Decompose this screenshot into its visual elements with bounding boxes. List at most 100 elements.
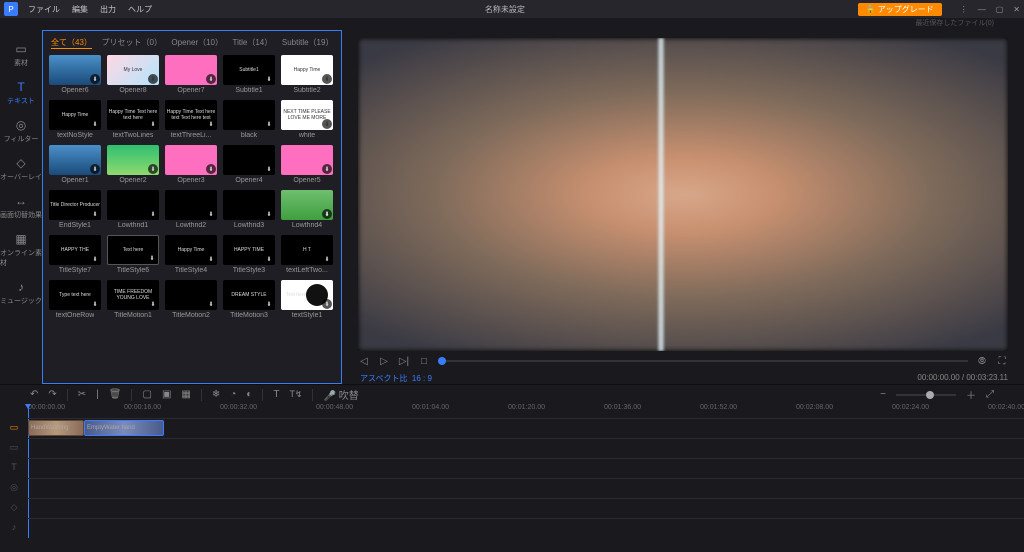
crop-button[interactable]: ▢ — [142, 389, 151, 400]
aspect-info[interactable]: アスペクト比 16 : 9 00:00:00.00 / 00:03:23.11 — [358, 371, 1008, 384]
thumb-TitleMotion2[interactable]: ⬇TitleMotion2 — [165, 280, 217, 319]
nav-item-0[interactable]: ▭素材 — [0, 36, 42, 74]
track-header-1[interactable]: ▭ — [0, 438, 28, 456]
play-button[interactable]: ▷ — [378, 355, 390, 367]
overlay-track[interactable] — [28, 498, 1024, 516]
progress-handle[interactable] — [438, 357, 446, 365]
thumb-white[interactable]: NEXT TIME PLEASE LOVE ME MORE⬇white — [281, 100, 333, 139]
library-tab-0[interactable]: 全て（43） — [51, 37, 92, 49]
text-fx-button[interactable]: T↯ — [289, 389, 302, 400]
clip-2[interactable]: EmptyWater hand — [84, 420, 164, 436]
video-track[interactable]: HandWashing EmptyWater hand — [28, 418, 1024, 436]
zoom-slider[interactable] — [896, 394, 956, 396]
text-tool-button[interactable]: T — [273, 389, 279, 400]
thumb-Opener8[interactable]: My Love⬇Opener8 — [107, 55, 159, 94]
snapshot-button[interactable]: ⦾ — [976, 355, 988, 367]
thumb-Lowthrid3[interactable]: ⬇Lowthrid3 — [223, 190, 275, 229]
time-ruler[interactable]: 00:00:00.0000:00:16.0000:00:32.0000:00:4… — [28, 404, 1024, 418]
delete-button[interactable]: 🗑 — [109, 389, 122, 400]
nav-item-2[interactable]: ◎フィルター — [0, 112, 42, 150]
thumb-TitleStyle6[interactable]: Text here⬇TitleStyle6 — [107, 235, 159, 274]
thumb-Opener2[interactable]: ⬇Opener2 — [107, 145, 159, 184]
maximize-icon[interactable]: ▢ — [996, 5, 1004, 14]
thumb-EndStyle1[interactable]: Title Director Producer⬇EndStyle1 — [49, 190, 101, 229]
thumb-textLeftTwo...[interactable]: H T⬇textLeftTwo... — [281, 235, 333, 274]
menu-output[interactable]: 出力 — [100, 4, 116, 15]
color-button[interactable]: ◐ — [246, 389, 252, 400]
library-tab-3[interactable]: Title（14） — [233, 37, 272, 49]
prev-frame-button[interactable]: ◁ — [358, 355, 370, 367]
audio-track[interactable] — [28, 518, 1024, 536]
thumb-TitleMotion1[interactable]: TIME FREEDOM YOUNG LOVE⬇TitleMotion1 — [107, 280, 159, 319]
thumb-Subtitle1[interactable]: Subtitle1⬇Subtitle1 — [223, 55, 275, 94]
menu-edit[interactable]: 編集 — [72, 4, 88, 15]
thumb-textThreeLi...[interactable]: Happy Time Text here text Text here text… — [165, 100, 217, 139]
thumb-TitleStyle3[interactable]: HAPPY TIME⬇TitleStyle3 — [223, 235, 275, 274]
track-header-0[interactable]: ▭ — [0, 418, 28, 436]
track-header-5[interactable]: ♪ — [0, 518, 28, 536]
thumb-Lowthrid1[interactable]: ⬇Lowthrid1 — [107, 190, 159, 229]
progress-bar[interactable] — [438, 360, 968, 362]
recent-files-label[interactable]: 最近保存したファイル(0) — [0, 18, 1024, 30]
zoom-knob[interactable] — [926, 391, 934, 399]
zoom-fit-button[interactable]: ⤢ — [986, 389, 994, 400]
redo-button[interactable]: ↷ — [48, 389, 56, 400]
mosaic-button[interactable]: ▦ — [181, 389, 190, 400]
stop-button[interactable]: □ — [418, 355, 430, 367]
clip-1[interactable]: HandWashing — [28, 420, 84, 436]
nav-item-1[interactable]: Tテキスト — [0, 74, 42, 112]
minimize-icon[interactable]: — — [978, 5, 986, 14]
menu-file[interactable]: ファイル — [28, 4, 60, 15]
nav-item-6[interactable]: ♪ミュージック — [0, 274, 42, 312]
pip-track[interactable] — [28, 438, 1024, 456]
thumb-textStyle1[interactable]: Text here⬇textStyle1 — [281, 280, 333, 319]
thumb-Opener1[interactable]: ⬇Opener1 — [49, 145, 101, 184]
preview-canvas[interactable] — [358, 38, 1008, 351]
next-frame-button[interactable]: ▷| — [398, 355, 410, 367]
thumb-TitleStyle7[interactable]: HAPPY THE⬇TitleStyle7 — [49, 235, 101, 274]
thumb-TitleMotion3[interactable]: DREAM STYLE⬇TitleMotion3 — [223, 280, 275, 319]
thumb-Opener4[interactable]: ⬇Opener4 — [223, 145, 275, 184]
thumb-textNoStyle[interactable]: Happy Time⬇textNoStyle — [49, 100, 101, 139]
track-header-4[interactable]: ◇ — [0, 498, 28, 516]
undo-button[interactable]: ↶ — [30, 389, 38, 400]
filter-track[interactable] — [28, 478, 1024, 496]
fullscreen-button[interactable]: ⛶ — [996, 355, 1008, 367]
freeze-button[interactable]: ❄ — [212, 389, 220, 400]
text-track[interactable] — [28, 458, 1024, 476]
close-icon[interactable]: ✕ — [1013, 5, 1020, 14]
nav-item-5[interactable]: ▦オンライン素材 — [0, 226, 42, 274]
library-tab-2[interactable]: Opener（10） — [171, 37, 222, 49]
thumb-Opener3[interactable]: ⬇Opener3 — [165, 145, 217, 184]
thumb-Opener7[interactable]: ⬇Opener7 — [165, 55, 217, 94]
nav-item-4[interactable]: ↔画面切替効果 — [0, 188, 42, 226]
thumb-textOneRow[interactable]: Type text here⬇textOneRow — [49, 280, 101, 319]
cut-button[interactable]: ✂ — [78, 389, 86, 400]
split-button[interactable]: | — [96, 389, 99, 400]
thumb-textTwoLines[interactable]: Happy Time Text here text here⬇textTwoLi… — [107, 100, 159, 139]
zoom-out-button[interactable]: − — [880, 389, 886, 400]
thumb-Subtitle2[interactable]: Happy Time⬇Subtitle2 — [281, 55, 333, 94]
thumb-TitleStyle4[interactable]: Happy Time⬇TitleStyle4 — [165, 235, 217, 274]
nav-item-3[interactable]: ◇オーバーレイ — [0, 150, 42, 188]
thumb-Opener5[interactable]: ⬇Opener5 — [281, 145, 333, 184]
menu-help[interactable]: ヘルプ — [128, 4, 152, 15]
track-header-3[interactable]: ◎ — [0, 478, 28, 496]
thumb-Opener6[interactable]: ⬇Opener6 — [49, 55, 101, 94]
thumb-Lowthrid4[interactable]: ⬇Lowthrid4 — [281, 190, 333, 229]
speed-button[interactable]: ◔ — [230, 389, 236, 400]
tracks-area[interactable]: 00:00:00.0000:00:16.0000:00:32.0000:00:4… — [28, 404, 1024, 538]
crop2-button[interactable]: ▣ — [162, 389, 171, 400]
upgrade-button[interactable]: 🔒 アップグレード — [858, 3, 942, 16]
library-tab-1[interactable]: プリセット（0） — [102, 37, 162, 49]
mic-icon: 🎤 — [323, 391, 335, 402]
thumb-Lowthrid2[interactable]: ⬇Lowthrid2 — [165, 190, 217, 229]
zoom-in-button[interactable]: ＋ — [966, 387, 976, 402]
more-icon[interactable]: ⋮ — [960, 5, 968, 14]
library-grid[interactable]: ⬇Opener6My Love⬇Opener8⬇Opener7Subtitle1… — [43, 53, 341, 383]
voiceover-button[interactable]: 🎤 吹替 — [323, 387, 358, 402]
track-header-2[interactable]: T — [0, 458, 28, 476]
download-icon: ⬇ — [206, 119, 216, 129]
thumb-black[interactable]: ⬇black — [223, 100, 275, 139]
library-tab-4[interactable]: Subtitle（19） — [282, 37, 333, 49]
